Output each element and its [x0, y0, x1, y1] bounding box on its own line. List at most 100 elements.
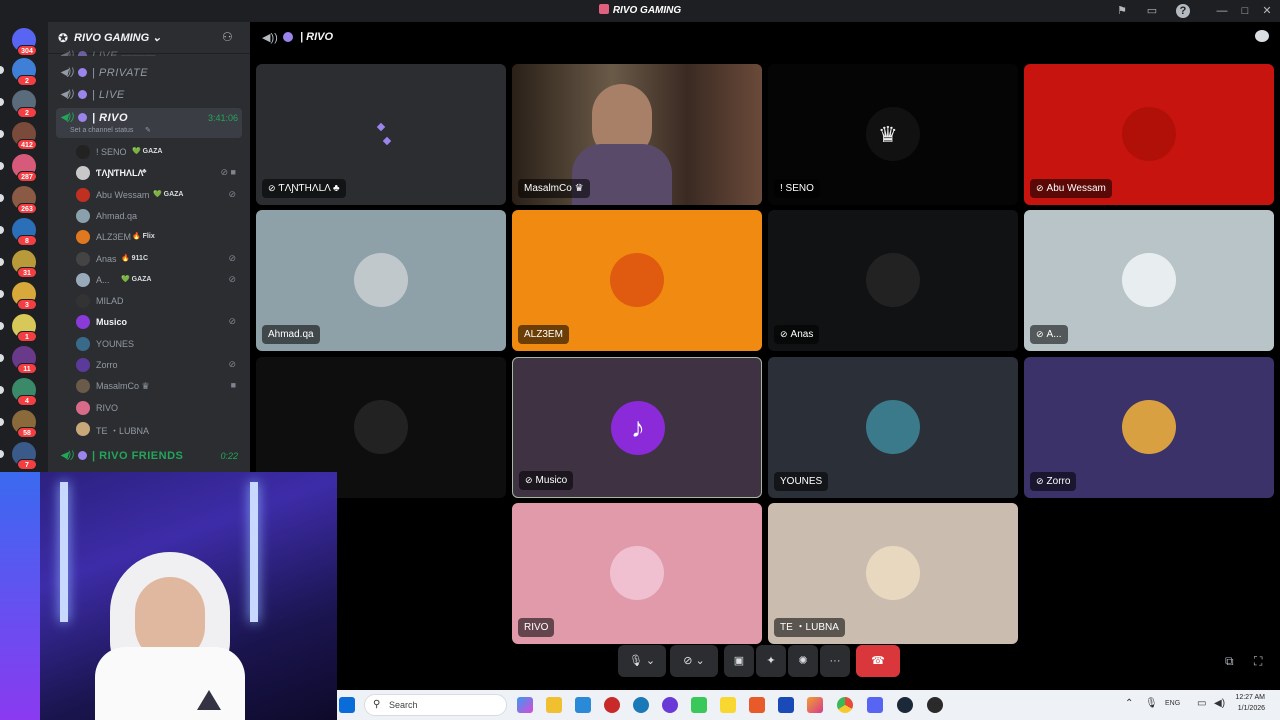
network-icon[interactable]: ▭	[1197, 698, 1206, 709]
mention-badge: 11	[17, 363, 37, 374]
disconnect-button[interactable]: ☎	[856, 645, 900, 677]
search-icon: ⚲	[373, 699, 381, 710]
app-icon[interactable]	[720, 697, 736, 713]
user-tag: 💚 GAZA	[132, 148, 163, 155]
minimize-icon[interactable]: —	[1214, 3, 1230, 19]
channel-dot-icon	[283, 32, 293, 42]
voice-user[interactable]: MasalmCo ♛ ■	[76, 376, 242, 396]
app-icon[interactable]	[633, 697, 649, 713]
participant-name: ALZ3EM	[518, 325, 569, 344]
avatar	[76, 187, 90, 202]
screen-share-button[interactable]: ▣	[724, 645, 754, 677]
voice-user[interactable]: Zorro ⊘	[76, 355, 242, 375]
participant-tile[interactable]: ⊘ Zorro	[1024, 357, 1274, 498]
participant-tile[interactable]: ⊘ A...	[1024, 210, 1274, 351]
voice-user[interactable]: ! SENO 💚 GAZA	[76, 142, 242, 162]
participant-tile[interactable]: ⊘ Anas	[768, 210, 1018, 351]
voice-user[interactable]: ALZ3EM 🔥 Flix	[76, 227, 242, 247]
muted-icon: ⊘	[525, 475, 533, 485]
mention-badge: 2	[17, 75, 37, 86]
voice-user[interactable]: Musico ⊘	[76, 312, 242, 332]
popout-icon[interactable]: ⧉	[1225, 654, 1234, 669]
voice-user[interactable]: YOUNES	[76, 334, 242, 354]
user-name: Musico	[96, 317, 128, 328]
voice-user[interactable]: MILAD	[76, 291, 242, 311]
help-icon[interactable]: ?	[1176, 4, 1190, 18]
maximize-icon[interactable]: □	[1237, 3, 1253, 19]
microphone-button[interactable]: 🎙 ⌄	[618, 645, 666, 677]
fullscreen-icon[interactable]: ⛶	[1254, 654, 1262, 669]
channel-dot-icon	[78, 68, 87, 77]
language-indicator[interactable]: ENG	[1165, 700, 1180, 707]
participant-tile[interactable]: RIVO	[512, 503, 762, 644]
avatar	[866, 546, 920, 600]
participant-tile[interactable]: TE ・LUBNA	[768, 503, 1018, 644]
voice-channel-rivo-friends[interactable]: ◀)) | RIVO FRIENDS 0:22	[56, 446, 242, 466]
user-name: Anas	[96, 253, 117, 264]
guild-name: RIVO GAMING ⌄	[74, 32, 162, 44]
user-name: Ahmad.qa	[96, 210, 138, 221]
voice-user[interactable]: Anas 🔥 911C ⊘	[76, 249, 242, 269]
store-icon[interactable]	[575, 697, 591, 713]
voice-user[interactable]: ƬΛƝƬHΛLΛ ♣ ⊘ ■	[76, 163, 242, 183]
discord-icon[interactable]	[867, 697, 883, 713]
voice-channel[interactable]: ◀)) | PRIVATE	[56, 63, 242, 83]
copilot-icon[interactable]	[517, 697, 533, 713]
channel-status[interactable]: Set a channel status	[70, 127, 133, 134]
voice-channel[interactable]: ◀)) | RIVO 3:41:06 Set a channel status ✎	[56, 108, 242, 138]
participant-tile[interactable]: ⊘ Abu Wessam	[1024, 64, 1274, 205]
app-icon[interactable]	[778, 697, 794, 713]
voice-channel[interactable]: ◀)) | LIVE	[56, 85, 242, 105]
participant-tile[interactable]: ♪ ⊘ Musico	[512, 357, 762, 498]
participant-tile[interactable]: ALZ3EM	[512, 210, 762, 351]
user-name: ALZ3EM	[96, 232, 132, 243]
app-icon[interactable]	[662, 697, 678, 713]
chat-icon[interactable]	[1255, 30, 1269, 42]
speaker-icon: ◀))	[60, 89, 75, 100]
participant-name: ⊘ Anas	[774, 325, 820, 344]
inbox-flag-icon[interactable]: ⚑	[1115, 4, 1129, 18]
file-explorer-icon[interactable]	[546, 697, 562, 713]
brave-icon[interactable]	[749, 697, 765, 713]
status-icon: ■	[230, 380, 236, 391]
participant-tile[interactable]: ♛ ! SENO	[768, 64, 1018, 205]
participant-name: Ahmad.qa	[262, 325, 320, 344]
app-icon[interactable]	[927, 697, 943, 713]
close-icon[interactable]: ✕	[1259, 3, 1275, 19]
voice-channel[interactable]: ◀)) LIVE ▬▬▬	[56, 46, 242, 56]
voice-user[interactable]: TE ・LUBNA	[76, 419, 242, 439]
app-icon[interactable]	[691, 697, 707, 713]
avatar	[354, 253, 408, 307]
chrome-icon[interactable]	[837, 697, 853, 713]
instagram-icon[interactable]	[807, 697, 823, 713]
voice-user[interactable]: Abu Wessam 💚 GAZA ⊘	[76, 185, 242, 205]
mic-tray-icon[interactable]: 🎙	[1145, 698, 1158, 709]
participant-tile[interactable]: MasalmCo ♛	[512, 64, 762, 205]
more-options-button[interactable]: ···	[820, 645, 850, 677]
muted-icon: ⊘	[1036, 476, 1044, 486]
start-icon[interactable]	[339, 697, 355, 713]
voice-user[interactable]: RIVO	[76, 398, 242, 418]
volume-icon[interactable]: ◀)	[1214, 698, 1225, 709]
soundboard-button[interactable]: ✺	[788, 645, 818, 677]
participant-tile[interactable]: ⊘ ƬΛƝƬHΛLΛ ♣	[256, 64, 506, 205]
voice-user[interactable]: A... 💚 GAZA ⊘	[76, 270, 242, 290]
camera-button[interactable]: ⊘ ⌄	[670, 645, 718, 677]
app-icon[interactable]	[604, 697, 620, 713]
chevron-up-icon[interactable]: ⌃	[1125, 698, 1133, 709]
participant-tile[interactable]: Ahmad.qa	[256, 210, 506, 351]
participant-name: ⊘ Zorro	[1030, 472, 1077, 491]
speaker-icon: ◀))	[60, 50, 75, 56]
clock-time[interactable]: 12:27 AM	[1229, 694, 1265, 701]
activities-button[interactable]: ✦	[756, 645, 786, 677]
search-box[interactable]: ⚲ Search	[364, 694, 507, 716]
screen-icon[interactable]: ▭	[1145, 4, 1159, 18]
steam-icon[interactable]	[897, 697, 913, 713]
user-name: TE ・LUBNA	[96, 425, 150, 436]
add-member-icon[interactable]: ⚇	[222, 30, 233, 44]
participant-tile[interactable]: YOUNES	[768, 357, 1018, 498]
voice-user[interactable]: Ahmad.qa	[76, 206, 242, 226]
clock-date[interactable]: 1/1/2026	[1229, 705, 1265, 712]
channel-name: LIVE ▬▬▬	[92, 50, 156, 56]
edit-icon[interactable]: ✎	[145, 126, 151, 134]
